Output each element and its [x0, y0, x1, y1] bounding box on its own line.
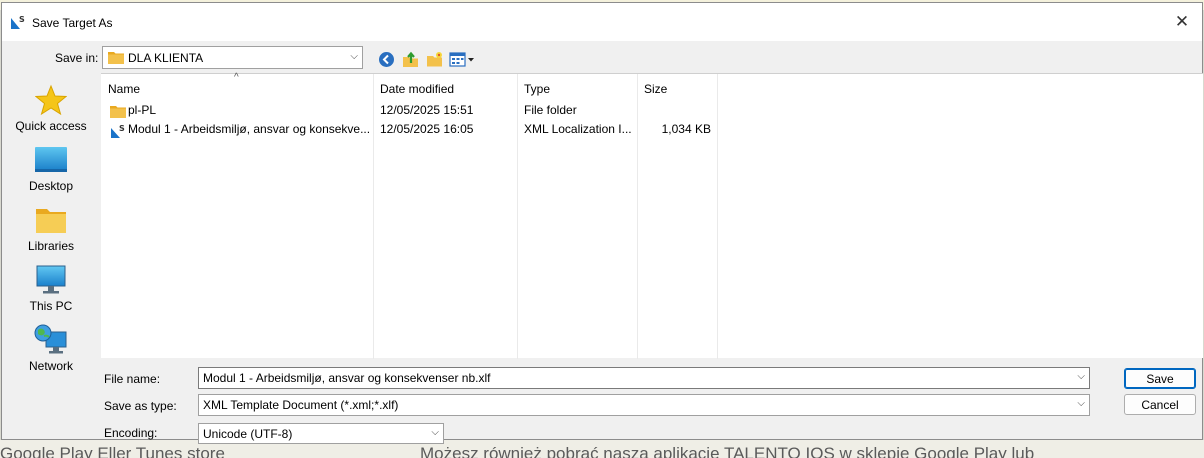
type-cell: File folder: [524, 103, 577, 117]
file-name-cell: pl-PL: [128, 103, 157, 117]
toolbar: [377, 48, 475, 70]
folder-icon: [110, 106, 126, 118]
encoding-value: Unicode (UTF-8): [203, 427, 293, 441]
place-libraries[interactable]: Libraries: [2, 203, 100, 253]
libraries-icon: [36, 209, 66, 233]
file-list[interactable]: Name ^ Date modified Type Size pl-PL 12/…: [101, 72, 1203, 359]
xml-file-icon: S: [111, 124, 125, 138]
save-in-value: DLA KLIENTA: [128, 51, 204, 65]
place-label: Libraries: [27, 239, 75, 253]
size-cell: 1,034 KB: [661, 122, 711, 136]
column-header-date-modified[interactable]: Date modified: [380, 82, 454, 96]
sort-ascending-icon: ^: [234, 72, 239, 83]
place-desktop[interactable]: Desktop: [2, 143, 100, 193]
view-menu-icon: [449, 51, 474, 67]
file-name-value: Modul 1 - Arbeidsmiljø, ansvar og konsek…: [203, 371, 491, 385]
up-folder-button[interactable]: [401, 50, 420, 69]
back-icon: [379, 51, 394, 67]
date-modified-cell: 12/05/2025 16:05: [380, 122, 474, 136]
encoding-dropdown[interactable]: Unicode (UTF-8) ⌵: [198, 423, 444, 444]
place-label: This PC: [29, 299, 73, 313]
back-button[interactable]: [377, 50, 396, 69]
this-pc-icon: [36, 265, 66, 294]
save-button-label: Save: [1146, 371, 1174, 386]
dialog-title: Save Target As: [32, 16, 113, 30]
table-row[interactable]: S Modul 1 - Arbeidsmiljø, ansvar og kons…: [101, 120, 1203, 139]
view-menu-button[interactable]: [449, 50, 475, 69]
app-icon: S: [11, 15, 25, 29]
close-button[interactable]: ✕: [1162, 3, 1202, 41]
save-button[interactable]: Save: [1124, 368, 1196, 389]
chevron-down-icon: ⌵: [431, 427, 439, 438]
up-folder-icon: [403, 51, 418, 67]
file-name-input[interactable]: Modul 1 - Arbeidsmiljø, ansvar og konsek…: [198, 367, 1090, 389]
column-header-size[interactable]: Size: [644, 82, 667, 96]
save-target-as-dialog: S Save Target As ✕ Save in: DLA KLIENTA …: [1, 2, 1203, 444]
save-in-label: Save in:: [55, 51, 99, 65]
chevron-down-icon: ⌵: [1077, 398, 1085, 409]
svg-text:S: S: [119, 124, 125, 133]
title-bar: S Save Target As ✕: [2, 3, 1202, 41]
place-label: Network: [28, 359, 73, 373]
place-label: Desktop: [28, 179, 74, 193]
desktop-icon: [35, 147, 67, 172]
close-icon: ✕: [1174, 12, 1190, 31]
cancel-button[interactable]: Cancel: [1124, 394, 1196, 415]
new-folder-icon: [427, 51, 442, 66]
svg-text:S: S: [19, 15, 25, 24]
type-cell: XML Localization I...: [524, 122, 632, 136]
column-header-name[interactable]: Name: [108, 82, 140, 96]
encoding-label: Encoding:: [104, 426, 158, 440]
save-as-type-value: XML Template Document (*.xml;*.xlf): [203, 398, 399, 412]
network-icon: [34, 324, 67, 354]
place-quick-access[interactable]: Quick access: [2, 83, 100, 133]
save-in-dropdown[interactable]: DLA KLIENTA ⌵: [102, 46, 363, 69]
column-header-type[interactable]: Type: [524, 82, 550, 96]
date-modified-cell: 12/05/2025 15:51: [380, 103, 474, 117]
chevron-down-icon: ⌵: [350, 51, 358, 62]
place-this-pc[interactable]: This PC: [2, 263, 100, 313]
file-name-label: File name:: [104, 372, 161, 386]
save-as-type-label: Save as type:: [104, 399, 177, 413]
background-app-bottom: Google Play Eller Tunes store Możesz rów…: [0, 440, 1204, 458]
new-folder-button[interactable]: [425, 50, 444, 69]
place-network[interactable]: Network: [2, 323, 100, 373]
table-row[interactable]: pl-PL 12/05/2025 15:51 File folder: [101, 101, 1203, 120]
background-text: Możesz również pobrać naszą aplikację TA…: [420, 444, 1035, 458]
chevron-down-icon[interactable]: ⌵: [1077, 371, 1085, 382]
save-as-type-dropdown[interactable]: XML Template Document (*.xml;*.xlf) ⌵: [198, 394, 1090, 416]
folder-icon: [108, 52, 124, 64]
place-label: Quick access: [15, 119, 87, 133]
file-name-cell: Modul 1 - Arbeidsmiljø, ansvar og konsek…: [128, 122, 370, 136]
places-bar: Quick access Desktop Libraries This PC N…: [2, 75, 100, 373]
star-icon: [35, 84, 67, 116]
background-text: Google Play Eller Tunes store: [0, 444, 225, 458]
cancel-button-label: Cancel: [1141, 397, 1179, 412]
